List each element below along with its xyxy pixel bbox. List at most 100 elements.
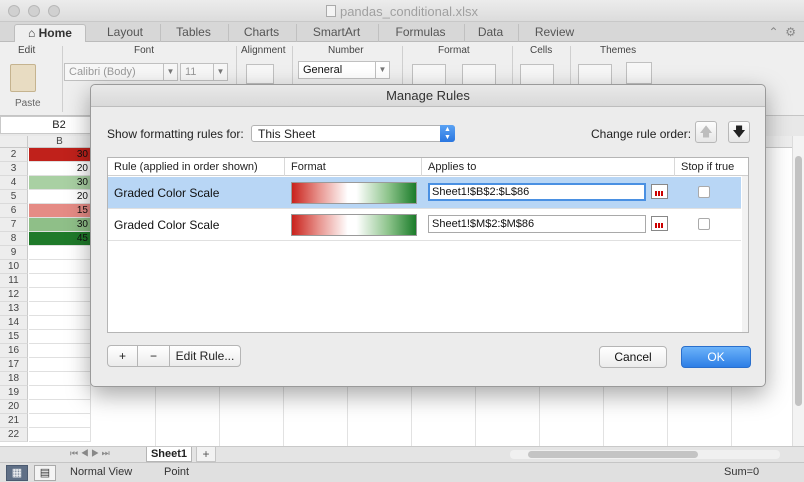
tab-formulas[interactable]: Formulas — [378, 24, 462, 42]
chevron-up-icon[interactable]: ⌃ — [769, 25, 779, 39]
tab-review[interactable]: Review — [518, 24, 590, 42]
cell-b[interactable] — [29, 400, 91, 414]
ok-button[interactable]: OK — [681, 346, 751, 368]
cell-b[interactable]: 30 — [29, 218, 91, 232]
cell-b[interactable] — [29, 428, 91, 442]
number-format-select[interactable]: General ▼ — [298, 61, 390, 79]
row-header[interactable]: 2 — [0, 148, 28, 162]
row-header[interactable]: 19 — [0, 386, 28, 400]
row-header[interactable]: 21 — [0, 414, 28, 428]
scroll-thumb[interactable] — [528, 451, 698, 458]
rule-row[interactable]: Graded Color Scale Sheet1!$M$2:$M$86 — [108, 209, 741, 241]
applies-to-field[interactable]: Sheet1!$M$2:$M$86 — [428, 215, 646, 233]
row-header[interactable]: 9 — [0, 246, 28, 260]
ribbon-collapse-and-settings[interactable]: ⌃ ⚙ — [769, 25, 797, 39]
row-header[interactable]: 5 — [0, 190, 28, 204]
sheet-nav-arrows-icon[interactable]: ⏮ ◀ ▶ ⏭ — [70, 448, 110, 459]
theme-colors-icon[interactable] — [626, 62, 652, 84]
rule-row[interactable]: Graded Color Scale Sheet1!$B$2:$L$86 — [108, 177, 741, 209]
add-rule-button[interactable]: + — [108, 346, 138, 366]
column-header-b[interactable]: B — [28, 136, 91, 148]
row-header[interactable]: 6 — [0, 204, 28, 218]
group-format-label: Format — [438, 45, 470, 56]
cell-b[interactable] — [29, 302, 91, 316]
sum-readout: Sum=0 — [724, 466, 760, 478]
font-size-select[interactable]: 11 ▼ — [180, 63, 228, 81]
row-header[interactable]: 14 — [0, 316, 28, 330]
range-picker-icon[interactable] — [651, 184, 668, 199]
gear-icon[interactable]: ⚙ — [785, 25, 796, 39]
cell-b[interactable]: 20 — [29, 162, 91, 176]
insert-cells-icon[interactable] — [520, 64, 554, 86]
row-header[interactable]: 3 — [0, 162, 28, 176]
stop-if-true-checkbox[interactable] — [698, 218, 710, 230]
font-name-select[interactable]: Calibri (Body) ▼ — [64, 63, 178, 81]
remove-rule-button[interactable]: − — [138, 346, 170, 366]
cell-b[interactable] — [29, 372, 91, 386]
row-header[interactable]: 17 — [0, 358, 28, 372]
tab-tables[interactable]: Tables — [160, 24, 226, 42]
scroll-thumb[interactable] — [795, 156, 802, 406]
select-all-corner[interactable] — [0, 136, 28, 148]
themes-icon[interactable] — [578, 64, 612, 86]
row-header[interactable]: 18 — [0, 372, 28, 386]
cell-b[interactable] — [29, 386, 91, 400]
row-header[interactable]: 4 — [0, 176, 28, 190]
row-header[interactable]: 16 — [0, 344, 28, 358]
cell-b[interactable] — [29, 246, 91, 260]
row-header[interactable]: 13 — [0, 302, 28, 316]
cancel-button[interactable]: Cancel — [599, 346, 667, 368]
stop-if-true-checkbox[interactable] — [698, 186, 710, 198]
add-sheet-button[interactable]: + — [196, 447, 216, 462]
tab-layout[interactable]: Layout — [92, 24, 158, 42]
paste-icon[interactable] — [10, 64, 36, 92]
cell-b[interactable] — [29, 344, 91, 358]
rule-name: Graded Color Scale — [114, 186, 220, 200]
row-header[interactable]: 10 — [0, 260, 28, 274]
row-header[interactable]: 12 — [0, 288, 28, 302]
cell-b[interactable] — [29, 288, 91, 302]
group-number-label: Number — [328, 45, 364, 56]
tab-charts[interactable]: Charts — [228, 24, 294, 42]
range-picker-icon[interactable] — [651, 216, 668, 231]
cell-b[interactable] — [29, 260, 91, 274]
align-icon[interactable] — [246, 64, 274, 84]
cell-b[interactable] — [29, 274, 91, 288]
rules-scrollbar[interactable] — [742, 176, 748, 332]
row-header[interactable]: 15 — [0, 330, 28, 344]
view-mode-label: Normal View — [70, 466, 133, 478]
cell-b[interactable] — [29, 330, 91, 344]
cell-b[interactable] — [29, 358, 91, 372]
cell-b[interactable]: 45 — [29, 232, 91, 246]
cell-b[interactable]: 15 — [29, 204, 91, 218]
cell-b[interactable]: 20 — [29, 190, 91, 204]
font-name-value: Calibri (Body) — [69, 66, 136, 78]
sheet-tab-sheet1[interactable]: Sheet1 — [146, 447, 192, 462]
applies-to-field[interactable]: Sheet1!$B$2:$L$86 — [428, 183, 646, 201]
cell-b[interactable]: 30 — [29, 148, 91, 162]
row-header[interactable]: 22 — [0, 428, 28, 442]
tab-home[interactable]: ⌂ Home — [14, 24, 86, 42]
row-header[interactable]: 7 — [0, 218, 28, 232]
horizontal-scrollbar[interactable] — [510, 450, 780, 459]
vertical-scrollbar[interactable] — [792, 136, 804, 446]
cell-b[interactable] — [29, 316, 91, 330]
edit-rule-button[interactable]: Edit Rule... — [170, 346, 240, 366]
conditional-formatting-icon[interactable] — [412, 64, 446, 86]
normal-view-icon[interactable]: ▦ — [6, 465, 28, 481]
move-rule-down-button[interactable]: 🡇 — [728, 121, 750, 143]
styles-icon[interactable] — [462, 64, 496, 86]
row-header[interactable]: 20 — [0, 400, 28, 414]
page-layout-view-icon[interactable]: ▤ — [34, 465, 56, 481]
cell-b[interactable] — [29, 414, 91, 428]
show-rules-for-select[interactable]: This Sheet ▲ ▼ — [251, 125, 455, 142]
cell-b[interactable]: 30 — [29, 176, 91, 190]
group-themes-label: Themes — [600, 45, 637, 56]
row-header[interactable]: 11 — [0, 274, 28, 288]
tab-smartart[interactable]: SmartArt — [296, 24, 376, 42]
window-title-wrap: pandas_conditional.xlsx — [0, 4, 804, 19]
row-header[interactable]: 8 — [0, 232, 28, 246]
format-preview-swatch — [291, 182, 417, 204]
move-rule-up-button[interactable]: 🡅 — [695, 121, 717, 143]
tab-data[interactable]: Data — [464, 24, 516, 42]
